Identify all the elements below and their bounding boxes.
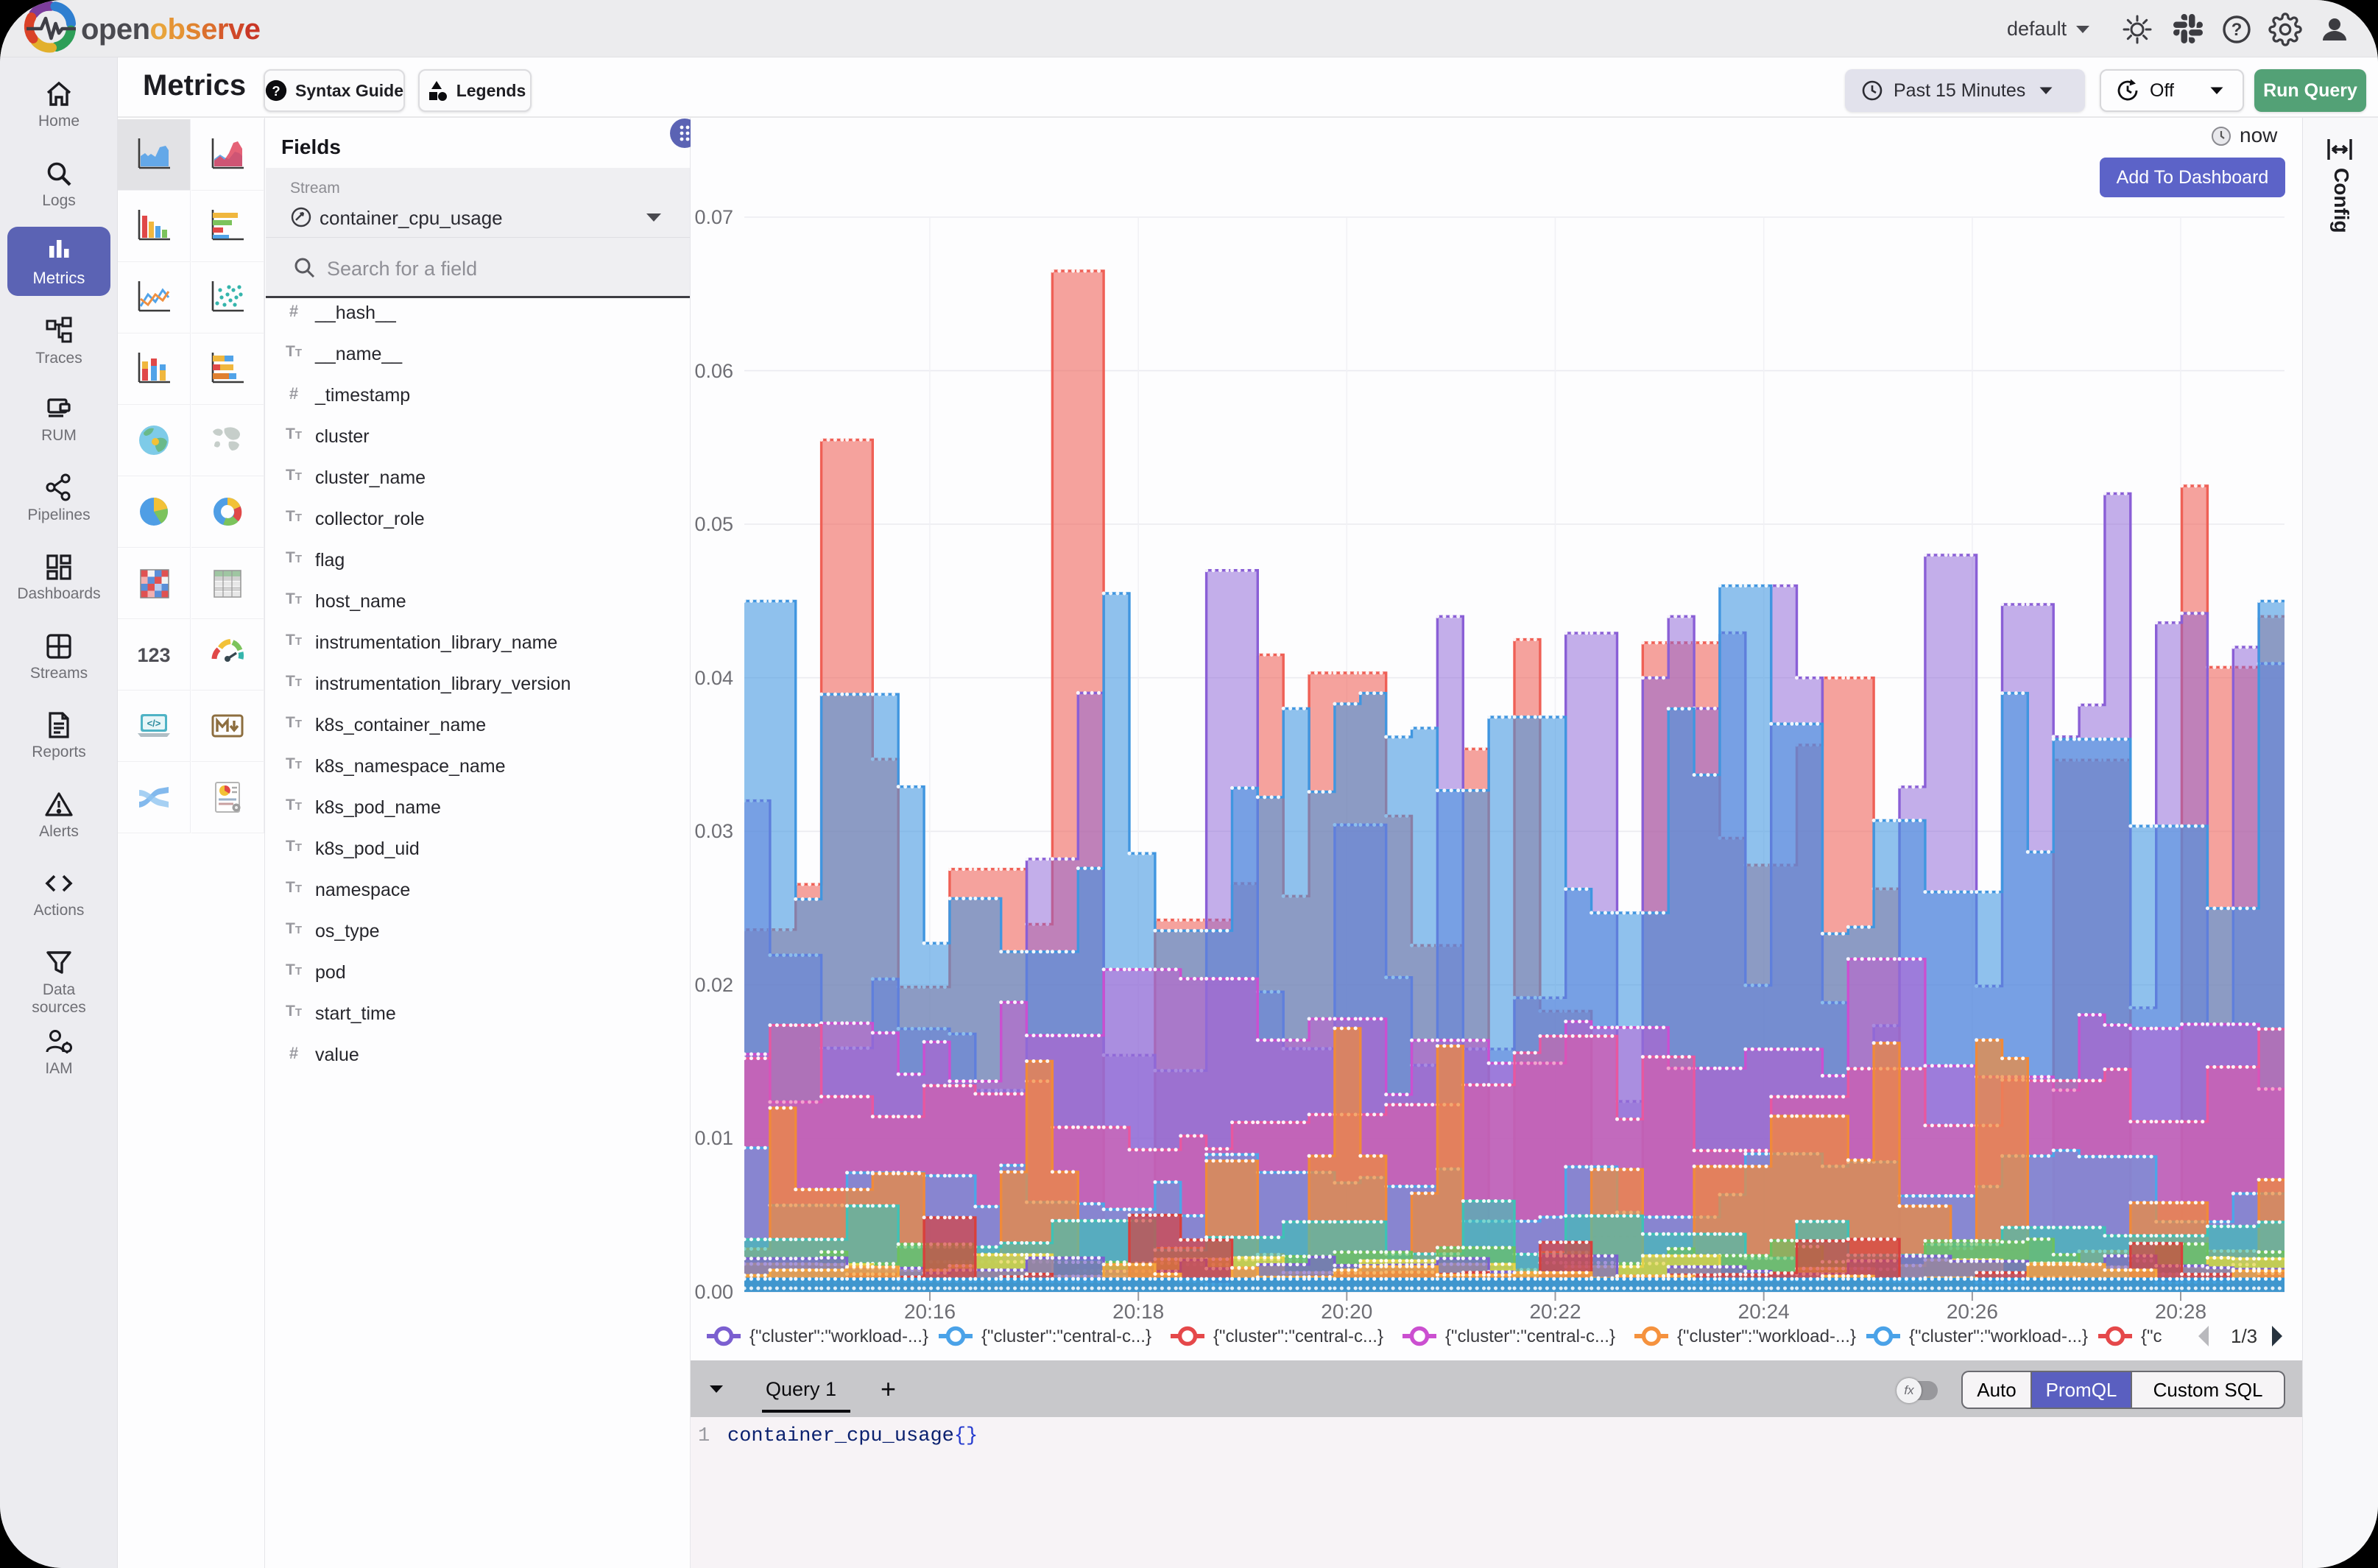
svg-text:123: 123 — [137, 644, 170, 666]
svg-text:20:26: 20:26 — [1947, 1300, 1998, 1323]
svg-text:{"c: {"c — [2141, 1327, 2162, 1346]
svg-text:0.00: 0.00 — [694, 1281, 733, 1303]
svg-text:{"cluster":"workload-...}: {"cluster":"workload-...} — [749, 1327, 928, 1346]
svg-text:?: ? — [2231, 20, 2243, 40]
svg-text:{"cluster":"central-c...}: {"cluster":"central-c...} — [1445, 1327, 1615, 1346]
svg-text:?: ? — [272, 83, 280, 99]
svg-text:</>: </> — [147, 718, 161, 729]
svg-text:0.01: 0.01 — [694, 1127, 733, 1149]
svg-text:0.04: 0.04 — [694, 667, 733, 689]
svg-text:0.07: 0.07 — [694, 206, 733, 228]
svg-text:0.02: 0.02 — [694, 974, 733, 996]
svg-text:20:24: 20:24 — [1738, 1300, 1790, 1323]
svg-text:20:20: 20:20 — [1321, 1300, 1372, 1323]
svg-text:1/3: 1/3 — [2231, 1325, 2257, 1347]
svg-text:20:28: 20:28 — [2155, 1300, 2206, 1323]
svg-text:{"cluster":"workload-...}: {"cluster":"workload-...} — [1677, 1327, 1856, 1346]
svg-text:0.05: 0.05 — [694, 513, 733, 535]
svg-text:20:16: 20:16 — [904, 1300, 956, 1323]
svg-text:20:22: 20:22 — [1529, 1300, 1581, 1323]
svg-text:0.06: 0.06 — [694, 360, 733, 382]
svg-text:openobserve: openobserve — [81, 13, 261, 46]
svg-text:{"cluster":"central-c...}: {"cluster":"central-c...} — [1213, 1327, 1383, 1346]
svg-text:0.03: 0.03 — [694, 820, 733, 842]
svg-text:{"cluster":"central-c...}: {"cluster":"central-c...} — [981, 1327, 1151, 1346]
svg-text:{"cluster":"workload-...}: {"cluster":"workload-...} — [1909, 1327, 2088, 1346]
svg-text:20:18: 20:18 — [1112, 1300, 1164, 1323]
